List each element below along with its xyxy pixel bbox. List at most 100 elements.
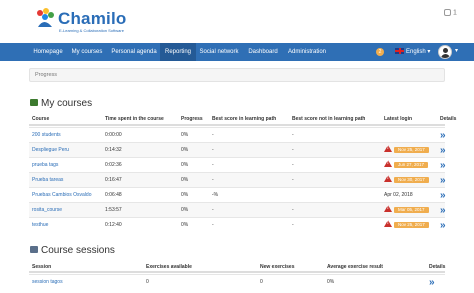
warning-icon bbox=[384, 205, 392, 212]
best-not-lp: - bbox=[292, 132, 294, 138]
best-not-lp: -% bbox=[212, 192, 219, 198]
latest-login: Jun 27, 2017 bbox=[384, 158, 429, 173]
details-icon[interactable]: » bbox=[429, 275, 434, 290]
col-exercises-available: Exercises available bbox=[146, 264, 192, 270]
table-row: testhue 0:12:40 0% - - Nov 25, 2017 » bbox=[29, 217, 445, 232]
course-link[interactable]: Prueba tareas bbox=[32, 173, 63, 188]
user-avatar[interactable] bbox=[438, 45, 452, 59]
latest-login-badge: Nov 25, 2017 bbox=[394, 147, 429, 153]
table-row: 200 students 0:00:00 0% - - » bbox=[29, 127, 445, 142]
latest-login-badge: Jun 27, 2017 bbox=[394, 162, 429, 168]
uk-flag-icon bbox=[395, 48, 404, 55]
nav-homepage[interactable]: Homepage bbox=[28, 43, 68, 61]
best-not-lp: - bbox=[292, 222, 294, 228]
latest-login-badge: Nov 25, 2017 bbox=[394, 222, 429, 228]
nav-social-network[interactable]: Social network bbox=[196, 43, 242, 61]
course-link[interactable]: rosita_course bbox=[32, 203, 62, 218]
latest-login: Mar 05, 2017 bbox=[384, 203, 429, 218]
table-header: Session Exercises available New exercise… bbox=[29, 261, 445, 273]
details-icon[interactable]: » bbox=[440, 173, 445, 188]
table-row: session tagos 0 0 0% » bbox=[29, 274, 445, 289]
nav-reporting[interactable]: Reporting bbox=[160, 43, 196, 61]
best-lp: - bbox=[212, 222, 214, 228]
time-spent: 0:12:40 bbox=[105, 222, 122, 228]
warning-icon bbox=[384, 160, 392, 167]
details-icon[interactable]: » bbox=[440, 203, 445, 218]
col-time: Time spent in the course bbox=[105, 116, 164, 122]
table-row: Despliegue Peru 0:14:32 0% - - Nov 25, 2… bbox=[29, 142, 445, 157]
latest-login: Nov 25, 2017 bbox=[384, 143, 429, 158]
col-session: Session bbox=[32, 264, 52, 270]
nav-dashboard[interactable]: Dashboard bbox=[244, 43, 282, 61]
average-result: 0% bbox=[327, 279, 335, 285]
best-lp: - bbox=[212, 207, 214, 213]
best-lp: - bbox=[212, 132, 214, 138]
avatar-caret-icon[interactable]: ▾ bbox=[455, 47, 458, 54]
progress: 0% bbox=[181, 162, 189, 168]
course-link[interactable]: Pruebas Cambios Osvaldo bbox=[32, 188, 91, 203]
course-link[interactable]: 200 students bbox=[32, 128, 61, 143]
header: Chamilo E-Learning & Collaboration Softw… bbox=[0, 0, 474, 43]
notification-badge[interactable]: 2 bbox=[376, 48, 384, 56]
logo-subtitle: E-Learning & Collaboration Software bbox=[59, 28, 124, 33]
details-icon[interactable]: » bbox=[440, 158, 445, 173]
my-courses-title: My courses bbox=[30, 98, 92, 109]
logo-title: Chamilo bbox=[58, 9, 127, 28]
col-best-lp: Best score in learning path bbox=[212, 116, 277, 122]
table-row: rosita_course 1:53:57 0% - - Mar 05, 201… bbox=[29, 202, 445, 217]
course-sessions-table: Session Exercises available New exercise… bbox=[29, 261, 445, 291]
best-not-lp: - bbox=[292, 162, 294, 168]
chamilo-mascot-icon bbox=[37, 8, 54, 27]
table-row: Prueba tareas 0:16:47 0% - - Nov 30, 201… bbox=[29, 172, 445, 187]
col-new-exercises: New exercises bbox=[260, 264, 295, 270]
chamilo-logo[interactable]: Chamilo E-Learning & Collaboration Softw… bbox=[34, 7, 144, 37]
caret-down-icon: ▾ bbox=[427, 49, 431, 55]
course-link[interactable]: Despliegue Peru bbox=[32, 143, 69, 158]
col-course: Course bbox=[32, 116, 50, 122]
latest-login-badge: Nov 30, 2017 bbox=[394, 177, 429, 183]
new-exercises: 0 bbox=[260, 279, 263, 285]
language-label: English bbox=[406, 49, 426, 55]
course-link[interactable]: testhue bbox=[32, 218, 48, 233]
progress: 0% bbox=[181, 132, 189, 138]
col-progress: Progress bbox=[181, 116, 203, 122]
sessions-icon bbox=[30, 246, 38, 253]
latest-login: Nov 25, 2017 bbox=[384, 218, 429, 233]
time-spent: 0:14:32 bbox=[105, 147, 122, 153]
best-not-lp: - bbox=[292, 177, 294, 183]
my-courses-table: Course Time spent in the course Progress… bbox=[29, 113, 456, 232]
progress: 0% bbox=[181, 177, 189, 183]
language-selector[interactable]: English ▾ bbox=[395, 43, 430, 61]
warning-icon bbox=[384, 220, 392, 227]
best-not-lp: - bbox=[292, 147, 294, 153]
time-spent: 1:53:57 bbox=[105, 207, 122, 213]
details-icon[interactable]: » bbox=[440, 188, 445, 203]
progress: 0% bbox=[181, 192, 189, 198]
nav-administration[interactable]: Administration bbox=[284, 43, 330, 61]
course-sessions-title: Course sessions bbox=[30, 245, 115, 256]
user-online-counter[interactable]: 1 bbox=[444, 9, 468, 21]
details-icon[interactable]: » bbox=[440, 128, 445, 143]
best-lp: - bbox=[212, 162, 214, 168]
nav-personal-agenda[interactable]: Personal agenda bbox=[108, 43, 160, 61]
best-not-lp: - bbox=[292, 207, 294, 213]
user-online-count: 1 bbox=[452, 9, 457, 17]
warning-icon bbox=[384, 175, 392, 182]
details-icon[interactable]: » bbox=[440, 143, 445, 158]
col-latest-login: Latest login bbox=[384, 116, 413, 122]
breadcrumb-progress: Progress bbox=[35, 72, 58, 78]
time-spent: 0:16:47 bbox=[105, 177, 122, 183]
progress: 0% bbox=[181, 207, 189, 213]
best-lp: - bbox=[212, 147, 214, 153]
warning-icon bbox=[384, 145, 392, 152]
session-link[interactable]: session tagos bbox=[32, 275, 63, 290]
course-link[interactable]: prueba tags bbox=[32, 158, 58, 173]
nav-my-courses[interactable]: My courses bbox=[68, 43, 106, 61]
progress: 0% bbox=[181, 147, 189, 153]
best-lp: - bbox=[212, 177, 214, 183]
time-spent: 0:00:00 bbox=[105, 132, 122, 138]
breadcrumb: Progress bbox=[29, 68, 445, 82]
col-best-not-lp: Best score not in learning path bbox=[292, 116, 366, 122]
details-icon[interactable]: » bbox=[440, 218, 445, 233]
col-details: Details bbox=[440, 116, 457, 122]
